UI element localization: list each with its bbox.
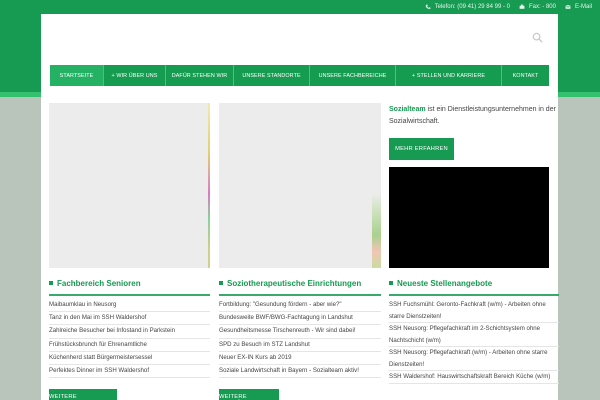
phone-contact[interactable]: Telefon: (09 41) 29 84 99 - 0 <box>425 4 510 11</box>
column-title-text: Neueste Stellenangebote <box>397 278 493 288</box>
list-item[interactable]: SSH Neusorg: Pflegefachkraft (w/m) - Arb… <box>389 347 559 371</box>
contact-bar: Telefon: (09 41) 29 84 99 - 0 Fax: - 800… <box>425 2 592 12</box>
list-item[interactable]: Neuer EX-IN Kurs ab 2019 <box>219 352 381 366</box>
nav-item-unsere-standorte[interactable]: UNSERE STANDORTE <box>234 65 310 86</box>
main-navigation: STARTSEITE + WIR ÜBER UNS DAFÜR STEHEN W… <box>50 65 549 86</box>
column-divider <box>389 294 559 296</box>
column-divider <box>219 294 381 296</box>
more-info-button[interactable]: MEHR ERFAHREN <box>389 138 454 160</box>
list-item[interactable]: Maibaumklau in Neusorg <box>49 299 210 313</box>
fax-contact: Fax: - 800 <box>519 4 556 11</box>
list-item[interactable]: Frühstücksbrunch für Ehrenamtliche <box>49 339 210 352</box>
soziotherapie-list: Fortbildung: "Gesundung fördern - aber w… <box>219 299 381 379</box>
list-item[interactable]: Küchenherd statt Bürgermeistersessel <box>49 352 210 366</box>
email-contact[interactable]: E-Mail <box>565 4 592 11</box>
email-text: E-Mail <box>574 4 592 10</box>
column-title: Neueste Stellenangebote <box>389 277 559 289</box>
column-title-text: Fachbereich Senioren <box>57 278 141 288</box>
search-icon[interactable] <box>532 30 543 43</box>
intro-brand: Sozialteam <box>389 106 426 113</box>
column-divider <box>49 294 210 296</box>
nav-item-dafuer-stehen-wir[interactable]: DAFÜR STEHEN WIR <box>166 65 234 86</box>
bullet-square-icon <box>389 281 393 285</box>
column-title: Soziotherapeutische Einrichtungen <box>219 277 381 289</box>
slider-image-left[interactable] <box>49 103 210 268</box>
nav-item-stellen-und-karriere[interactable]: + STELLEN UND KARRIERE <box>396 65 502 86</box>
video-player[interactable] <box>389 167 549 268</box>
fax-text: Fax: - 800 <box>528 4 556 10</box>
list-item[interactable]: Zahlreiche Besucher bei Infostand in Par… <box>49 325 210 339</box>
list-item[interactable]: SSH Waldershof: Hauswirtschaftskraft Ber… <box>389 371 559 384</box>
nav-item-wir-ueber-uns[interactable]: + WIR ÜBER UNS <box>104 65 166 86</box>
slider-image-left-edge <box>208 103 210 268</box>
slider-image-right-edge <box>372 103 381 268</box>
stellen-list: SSH Fuchsmühl: Geronto-Fachkraft (w/m) -… <box>389 299 559 384</box>
mail-icon <box>565 4 572 11</box>
nav-item-startseite[interactable]: STARTSEITE <box>50 65 104 86</box>
list-item[interactable]: SSH Fuchsmühl: Geronto-Fachkraft (w/m) -… <box>389 299 559 323</box>
column-title: Fachbereich Senioren <box>49 277 210 289</box>
list-item[interactable]: Fortbildung: "Gesundung fördern - aber w… <box>219 299 381 313</box>
senioren-list: Maibaumklau in Neusorg Tanz in den Mai i… <box>49 299 210 379</box>
list-item[interactable]: SPD zu Besuch im STZ Landshut <box>219 339 381 352</box>
intro-text: Sozialteam ist ein Dienstleistungsuntern… <box>389 104 564 127</box>
list-item[interactable]: Bundesweite BWF/BWG-Fachtagung in Landsh… <box>219 312 381 326</box>
nav-item-unsere-fachbereiche[interactable]: UNSERE FACHBEREICHE <box>310 65 396 86</box>
bullet-square-icon <box>219 281 223 285</box>
column-title-text: Soziotherapeutische Einrichtungen <box>227 278 362 288</box>
more-posts-button[interactable]: WEITERE BEITRÄGE <box>219 389 279 400</box>
fax-icon <box>519 4 526 11</box>
more-events-button[interactable]: WEITERE VERANSTALTUNGEN <box>49 389 117 400</box>
column-soziotherapie: Soziotherapeutische Einrichtungen Fortbi… <box>219 277 381 379</box>
bullet-square-icon <box>49 281 53 285</box>
column-stellenangebote: Neueste Stellenangebote SSH Fuchsmühl: G… <box>389 277 559 384</box>
list-item[interactable]: Soziale Landwirtschaft in Bayern - Sozia… <box>219 365 381 379</box>
nav-item-kontakt[interactable]: KONTAKT <box>502 65 549 86</box>
list-item[interactable]: SSH Neusorg: Pflegefachkraft im 2-Schich… <box>389 323 559 347</box>
list-item[interactable]: Tanz in den Mai im SSH Waldershof <box>49 312 210 326</box>
slider-image-right[interactable] <box>219 103 381 268</box>
phone-icon <box>425 4 432 11</box>
list-item[interactable]: Gesundheitsmesse Tirschenreuth - Wir sin… <box>219 325 381 339</box>
phone-text: Telefon: (09 41) 29 84 99 - 0 <box>434 4 510 10</box>
column-senioren: Fachbereich Senioren Maibaumklau in Neus… <box>49 277 210 379</box>
list-item[interactable]: Perfektes Dinner im SSH Waldershof <box>49 365 210 379</box>
